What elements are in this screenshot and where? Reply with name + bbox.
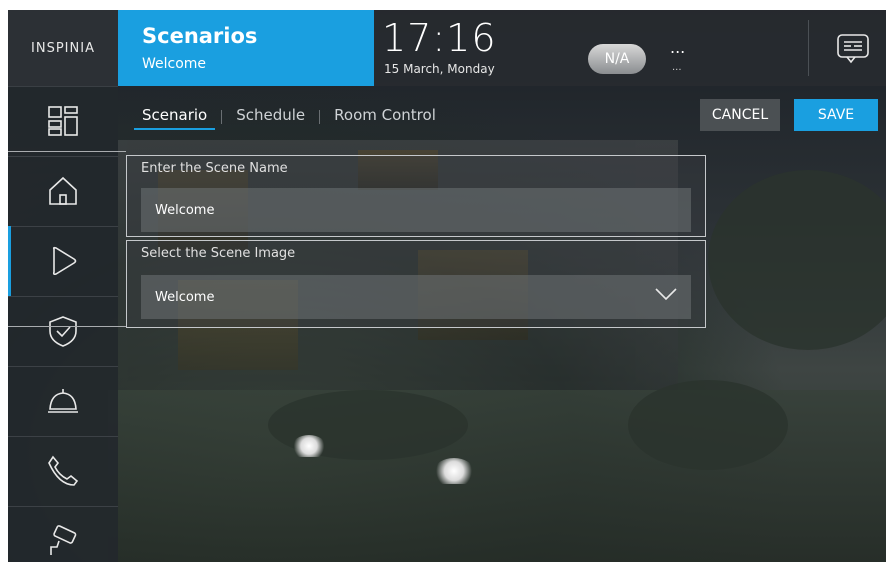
weather-badge: N/A <box>604 51 630 67</box>
messages-button[interactable] <box>833 28 873 68</box>
background-tree <box>708 170 886 350</box>
sidebar-item-cameras[interactable] <box>8 506 118 562</box>
garden-lamp <box>292 435 326 457</box>
camera-icon <box>50 525 77 555</box>
sidebar-item-security[interactable] <box>8 296 118 367</box>
clock-date: 15 March, Monday <box>384 62 495 76</box>
scenario-play-icon <box>52 246 77 276</box>
connector-line <box>8 326 126 327</box>
sidebar-item-services[interactable] <box>8 366 118 437</box>
weather-temperature: ... <box>670 38 686 57</box>
header-bar: Scenarios Welcome 17:16 15 March, Monday… <box>118 10 886 86</box>
header-divider <box>808 20 809 76</box>
tab-bar: Scenario Schedule Room Control <box>128 104 450 134</box>
page-subtitle: Welcome <box>142 56 207 72</box>
save-button[interactable]: SAVE <box>794 99 878 131</box>
sidebar-item-scenarios[interactable] <box>8 226 118 297</box>
page-title: Scenarios <box>142 24 258 48</box>
tab-schedule[interactable]: Schedule <box>222 104 319 130</box>
service-bell-icon <box>48 389 78 413</box>
sidebar-item-home[interactable] <box>8 156 118 227</box>
tab-room-control[interactable]: Room Control <box>320 104 450 130</box>
scene-name-group: Enter the Scene Name Welcome <box>126 155 706 237</box>
clock-time: 17:16 <box>382 16 497 60</box>
message-icon <box>837 34 869 64</box>
sidebar: INSPINIA <box>8 10 118 562</box>
weather-detail: ... <box>672 62 682 73</box>
scene-image-group: Select the Scene Image Welcome <box>126 240 706 328</box>
logo-text: INSPINIA <box>31 40 95 56</box>
connector-line <box>8 151 126 152</box>
security-shield-icon <box>49 316 77 347</box>
scene-name-input[interactable]: Welcome <box>141 188 691 232</box>
tab-scenario[interactable]: Scenario <box>128 104 221 130</box>
home-icon <box>49 176 77 205</box>
chevron-down-icon <box>655 288 677 301</box>
phone-icon <box>48 455 79 486</box>
app-screen: INSPINIA Scenarios Welcome 17:16 15 Marc… <box>8 10 886 562</box>
logo: INSPINIA <box>8 10 118 87</box>
garden-lamp <box>434 458 474 484</box>
scene-name-label: Enter the Scene Name <box>141 161 288 176</box>
sidebar-item-phone[interactable] <box>8 436 118 507</box>
weather-icon: N/A <box>588 44 646 74</box>
cancel-button[interactable]: CANCEL <box>700 99 780 131</box>
scene-image-select[interactable]: Welcome <box>141 275 691 319</box>
sidebar-item-dashboard[interactable] <box>8 86 118 157</box>
title-block: Scenarios Welcome <box>118 10 374 86</box>
background-shrub <box>628 380 788 470</box>
scene-image-value: Welcome <box>155 289 215 305</box>
scene-image-label: Select the Scene Image <box>141 246 296 261</box>
dashboard-icon <box>48 106 78 136</box>
